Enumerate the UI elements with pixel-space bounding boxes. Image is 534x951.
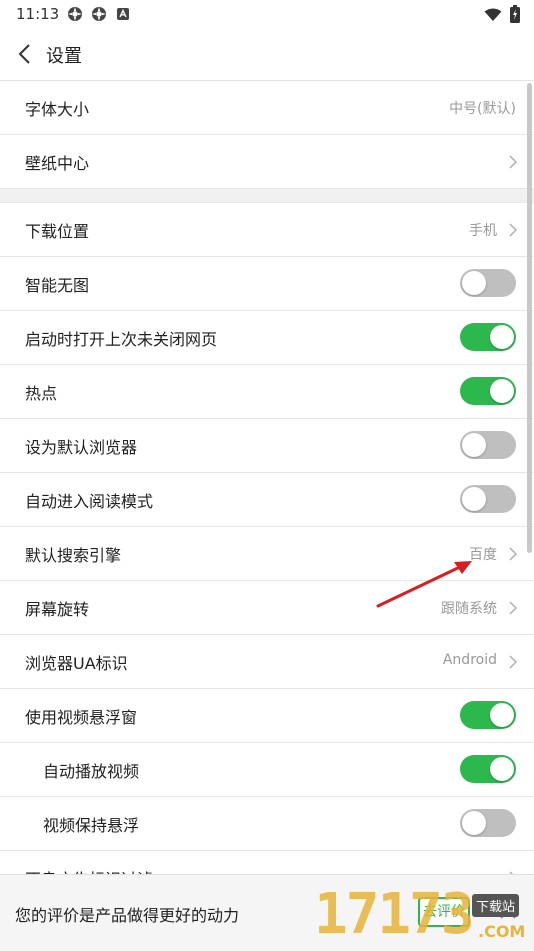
- setting-label: 屏幕旋转: [25, 600, 90, 619]
- setting-default-browser: 设为默认浏览器: [0, 419, 534, 473]
- wifi-icon: [484, 7, 502, 26]
- back-button[interactable]: [14, 42, 38, 66]
- setting-label: 视频保持悬浮: [43, 816, 140, 835]
- toggle-knob: [490, 757, 514, 781]
- setting-label: 智能无图: [25, 276, 90, 295]
- close-icon[interactable]: [498, 901, 518, 921]
- hot-spots-toggle[interactable]: [460, 377, 516, 405]
- status-time: 11:13: [16, 5, 60, 23]
- setting-hot-spots: 热点: [0, 365, 534, 419]
- smart-no-image-toggle[interactable]: [460, 269, 516, 297]
- setting-keep-float: 视频保持悬浮: [0, 797, 534, 851]
- setting-label: 壁纸中心: [25, 154, 90, 173]
- restore-tabs-toggle[interactable]: [460, 323, 516, 351]
- setting-label: 字体大小: [25, 100, 90, 119]
- page-title: 设置: [46, 46, 82, 67]
- chevron-right-icon: [509, 223, 518, 237]
- chevron-right-icon: [509, 547, 518, 561]
- android-notification-icon: [114, 5, 132, 23]
- toggle-knob: [462, 487, 486, 511]
- setting-label: 热点: [25, 384, 58, 403]
- status-system-icons: [484, 5, 520, 27]
- setting-label: 启动时打开上次未关闭网页: [25, 330, 218, 349]
- battery-icon: [510, 5, 520, 27]
- setting-value: Android: [442, 652, 497, 668]
- setting-label: 默认搜索引擎: [25, 546, 122, 565]
- autoplay-video-toggle[interactable]: [460, 755, 516, 783]
- rating-banner: 您的评价是产品做得更好的动力 去评价: [0, 874, 534, 951]
- annotation-arrow-icon: [376, 561, 472, 608]
- setting-label: 下载位置: [25, 222, 90, 241]
- setting-restore-tabs: 启动时打开上次未关闭网页: [0, 311, 534, 365]
- setting-value: 手机: [469, 223, 497, 239]
- setting-reading-mode: 自动进入阅读模式: [0, 473, 534, 527]
- setting-wallpaper-center[interactable]: 壁纸中心: [0, 135, 534, 189]
- setting-label: 自动进入阅读模式: [25, 492, 154, 511]
- video-float-toggle[interactable]: [460, 701, 516, 729]
- setting-label: 浏览器UA标识: [25, 654, 128, 673]
- setting-download-location[interactable]: 下载位置 手机: [0, 203, 534, 257]
- reading-mode-toggle[interactable]: [460, 485, 516, 513]
- default-browser-toggle[interactable]: [460, 431, 516, 459]
- toggle-knob: [490, 325, 514, 349]
- setting-label: 使用视频悬浮窗: [25, 708, 138, 727]
- setting-browser-ua[interactable]: 浏览器UA标识 Android: [0, 635, 534, 689]
- status-notification-icons: [66, 5, 132, 23]
- setting-font-size[interactable]: 字体大小 中号(默认): [0, 81, 534, 135]
- setting-label: 自动播放视频: [43, 762, 140, 781]
- setting-smart-no-image: 智能无图: [0, 257, 534, 311]
- app-notification-icon: [90, 5, 108, 23]
- chevron-left-icon: [18, 44, 30, 64]
- chevron-right-icon: [509, 655, 518, 669]
- scrollbar[interactable]: [527, 83, 532, 553]
- rate-button[interactable]: 去评价: [418, 897, 470, 927]
- setting-value: 中号(默认): [449, 101, 516, 117]
- toggle-knob: [462, 433, 486, 457]
- title-bar: 设置: [0, 30, 534, 81]
- toggle-knob: [462, 271, 486, 295]
- setting-label: 设为默认浏览器: [25, 438, 138, 457]
- status-bar: 11:13: [0, 0, 534, 30]
- toggle-knob: [462, 811, 486, 835]
- settings-list: 字体大小 中号(默认) 壁纸中心 下载位置 手机 智能无图 启动时打开上次未关闭…: [0, 81, 534, 905]
- chevron-right-icon: [509, 601, 518, 615]
- keep-float-toggle[interactable]: [460, 809, 516, 837]
- setting-autoplay-video: 自动播放视频: [0, 743, 534, 797]
- chevron-right-icon: [509, 155, 518, 169]
- section-divider: [0, 189, 534, 203]
- toggle-knob: [490, 379, 514, 403]
- toggle-knob: [490, 703, 514, 727]
- rating-prompt: 您的评价是产品做得更好的动力: [15, 906, 240, 925]
- app-notification-icon: [66, 5, 84, 23]
- setting-video-float: 使用视频悬浮窗: [0, 689, 534, 743]
